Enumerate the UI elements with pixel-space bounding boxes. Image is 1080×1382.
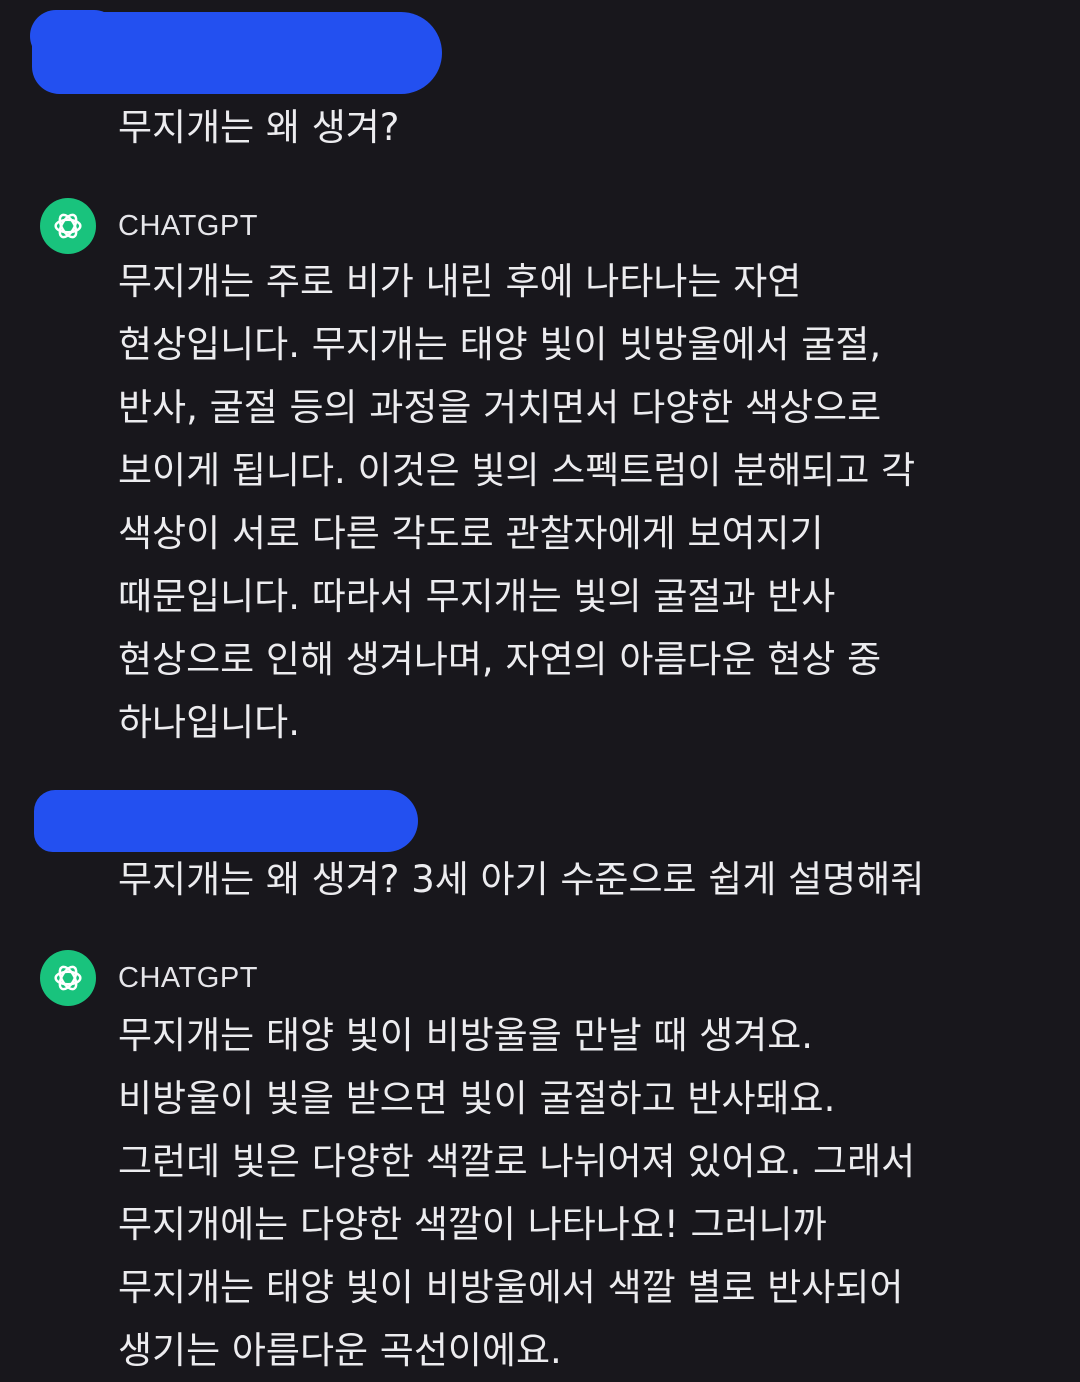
message-line: 그런데 빛은 다양한 색깔로 나뉘어져 있어요. 그래서 xyxy=(118,1140,916,1183)
assistant-name: CHATGPT xyxy=(118,209,258,242)
message-line: 보이게 됩니다. 이것은 빛의 스펙트럼이 분해되고 각 xyxy=(118,449,916,492)
message-line: 생기는 아름다운 곡선이에요. xyxy=(118,1329,562,1372)
message-line: 무지개에는 다양한 색깔이 나타나요! 그러니까 xyxy=(118,1203,827,1246)
redaction-mark xyxy=(32,12,442,94)
assistant-header: CHATGPT xyxy=(40,198,258,254)
message-line: 현상입니다. 무지개는 태양 빛이 빗방울에서 굴절, xyxy=(118,323,882,366)
message-line: 무지개는 태양 빛이 비방울에서 색깔 별로 반사되어 xyxy=(118,1266,904,1309)
assistant-message: 무지개는 주로 비가 내린 후에 나타나는 자연 현상입니다. 무지개는 태양 … xyxy=(118,250,1038,754)
message-line: 현상으로 인해 생겨나며, 자연의 아름다운 현상 중 xyxy=(118,638,882,681)
assistant-message: 무지개는 태양 빛이 비방울을 만날 때 생겨요. 비방울이 빛을 받으면 빛이… xyxy=(118,1004,1038,1382)
message-line: 색상이 서로 다른 각도로 관찰자에게 보여지기 xyxy=(118,512,824,555)
assistant-header: CHATGPT xyxy=(40,950,258,1006)
openai-logo-icon xyxy=(40,198,96,254)
user-message: 무지개는 왜 생겨? 3세 아기 수준으로 쉽게 설명해줘 xyxy=(118,858,925,901)
message-line: 하나입니다. xyxy=(118,701,300,744)
message-line: 반사, 굴절 등의 과정을 거치면서 다양한 색상으로 xyxy=(118,386,882,429)
message-line: 비방울이 빛을 받으면 빛이 굴절하고 반사돼요. xyxy=(118,1077,836,1120)
user-message: 무지개는 왜 생겨? xyxy=(118,106,400,149)
message-line: 무지개는 태양 빛이 비방울을 만날 때 생겨요. xyxy=(118,1014,814,1057)
message-line: 무지개는 주로 비가 내린 후에 나타나는 자연 xyxy=(118,260,802,303)
assistant-name: CHATGPT xyxy=(118,961,258,994)
message-line: 때문입니다. 따라서 무지개는 빛의 굴절과 반사 xyxy=(118,575,836,618)
openai-logo-icon xyxy=(40,950,96,1006)
redaction-mark xyxy=(34,790,418,852)
